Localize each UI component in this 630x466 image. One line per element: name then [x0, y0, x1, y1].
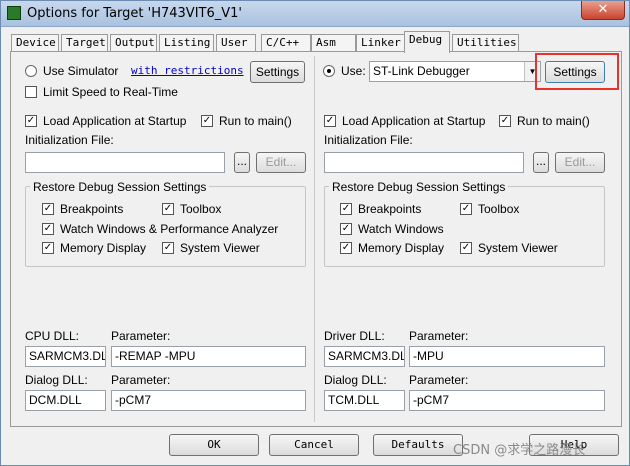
defaults-button[interactable]: Defaults: [373, 434, 463, 456]
left-toolbox-label: Toolbox: [180, 202, 222, 216]
left-edit-button[interactable]: Edit...: [256, 152, 306, 173]
tab-output[interactable]: Output: [110, 34, 157, 52]
right-edit-button[interactable]: Edit...: [555, 152, 605, 173]
left-dialog-param-label: Parameter:: [111, 373, 171, 387]
right-watch-windows-label: Watch Windows: [358, 222, 444, 236]
window-title: Options for Target 'H743VIT6_V1': [27, 6, 242, 21]
left-dialog-dll-input[interactable]: DCM.DLL: [25, 390, 106, 411]
right-run-to-main-checkbox[interactable]: ✓: [499, 115, 511, 127]
right-watch-windows-checkbox[interactable]: ✓: [340, 223, 352, 235]
left-load-app-checkbox[interactable]: ✓: [25, 115, 37, 127]
tab-device[interactable]: Device: [11, 34, 59, 52]
left-restore-title: Restore Debug Session Settings: [30, 180, 210, 194]
limit-speed-label: Limit Speed to Real-Time: [43, 85, 178, 99]
panel-divider: [314, 56, 315, 422]
app-icon: [7, 6, 21, 20]
right-toolbox-label: Toolbox: [478, 202, 520, 216]
limit-speed-checkbox[interactable]: [25, 86, 37, 98]
use-label: Use:: [341, 64, 366, 78]
cpu-dll-input[interactable]: SARMCM3.DLL: [25, 346, 106, 367]
ok-button[interactable]: OK: [169, 434, 259, 456]
right-dialog-dll-label: Dialog DLL:: [324, 373, 387, 387]
with-restrictions-link[interactable]: with restrictions: [131, 64, 244, 77]
right-system-viewer-checkbox[interactable]: ✓: [460, 242, 472, 254]
debugger-select[interactable]: ST-Link Debugger ▼: [369, 61, 541, 82]
debugger-select-value: ST-Link Debugger: [373, 64, 470, 78]
left-load-app-label: Load Application at Startup: [43, 114, 187, 128]
tab-debug[interactable]: Debug: [404, 31, 450, 53]
close-button[interactable]: ✕: [581, 1, 625, 20]
right-load-app-label: Load Application at Startup: [342, 114, 486, 128]
cpu-dll-label: CPU DLL:: [25, 329, 80, 343]
left-run-to-main-checkbox[interactable]: ✓: [201, 115, 213, 127]
settings-highlight: [535, 53, 619, 90]
right-init-file-input[interactable]: [324, 152, 524, 173]
left-system-viewer-checkbox[interactable]: ✓: [162, 242, 174, 254]
cancel-button[interactable]: Cancel: [269, 434, 359, 456]
right-memory-display-checkbox[interactable]: ✓: [340, 242, 352, 254]
right-memory-display-label: Memory Display: [358, 241, 445, 255]
title-bar[interactable]: Options for Target 'H743VIT6_V1' ✕: [1, 1, 629, 27]
left-watch-windows-checkbox[interactable]: ✓: [42, 223, 54, 235]
left-toolbox-checkbox[interactable]: ✓: [162, 203, 174, 215]
right-dialog-param-label: Parameter:: [409, 373, 469, 387]
left-memory-display-checkbox[interactable]: ✓: [42, 242, 54, 254]
left-browse-button[interactable]: ...: [234, 152, 250, 173]
options-dialog: Options for Target 'H743VIT6_V1' ✕ Devic…: [0, 0, 630, 466]
right-breakpoints-checkbox[interactable]: ✓: [340, 203, 352, 215]
left-run-to-main-label: Run to main(): [219, 114, 292, 128]
use-simulator-label: Use Simulator: [43, 64, 119, 78]
tab-linker[interactable]: Linker: [356, 34, 406, 52]
right-load-app-checkbox[interactable]: ✓: [324, 115, 336, 127]
tab-listing[interactable]: Listing: [159, 34, 214, 52]
use-debugger-radio[interactable]: [323, 65, 335, 77]
left-init-file-input[interactable]: [25, 152, 225, 173]
left-breakpoints-label: Breakpoints: [60, 202, 124, 216]
simulator-settings-button[interactable]: Settings: [250, 61, 305, 83]
left-breakpoints-checkbox[interactable]: ✓: [42, 203, 54, 215]
left-watch-windows-label: Watch Windows & Performance Analyzer: [60, 222, 279, 236]
left-system-viewer-label: System Viewer: [180, 241, 260, 255]
right-dialog-dll-input[interactable]: TCM.DLL: [324, 390, 405, 411]
right-breakpoints-label: Breakpoints: [358, 202, 422, 216]
tab-cc[interactable]: C/C++: [261, 34, 311, 52]
driver-dll-input[interactable]: SARMCM3.DLL: [324, 346, 405, 367]
cpu-dll-param-label: Parameter:: [111, 329, 171, 343]
left-memory-display-label: Memory Display: [60, 241, 147, 255]
right-dialog-param-input[interactable]: -pCM7: [409, 390, 605, 411]
watermark: CSDN @求学之路漫长: [453, 443, 586, 458]
tab-utilities[interactable]: Utilities: [452, 34, 519, 52]
left-dialog-dll-label: Dialog DLL:: [25, 373, 88, 387]
right-toolbox-checkbox[interactable]: ✓: [460, 203, 472, 215]
tab-asm[interactable]: Asm: [311, 34, 356, 52]
right-system-viewer-label: System Viewer: [478, 241, 558, 255]
tab-user[interactable]: User: [216, 34, 256, 52]
driver-dll-param-label: Parameter:: [409, 329, 469, 343]
driver-dll-label: Driver DLL:: [324, 329, 385, 343]
driver-dll-param-input[interactable]: -MPU: [409, 346, 605, 367]
use-simulator-radio[interactable]: [25, 65, 37, 77]
tab-target[interactable]: Target: [61, 34, 108, 52]
cpu-dll-param-input[interactable]: -REMAP -MPU: [111, 346, 306, 367]
right-browse-button[interactable]: ...: [533, 152, 549, 173]
right-init-file-label: Initialization File:: [324, 133, 413, 147]
right-restore-title: Restore Debug Session Settings: [329, 180, 509, 194]
right-run-to-main-label: Run to main(): [517, 114, 590, 128]
left-dialog-param-input[interactable]: -pCM7: [111, 390, 306, 411]
left-init-file-label: Initialization File:: [25, 133, 114, 147]
